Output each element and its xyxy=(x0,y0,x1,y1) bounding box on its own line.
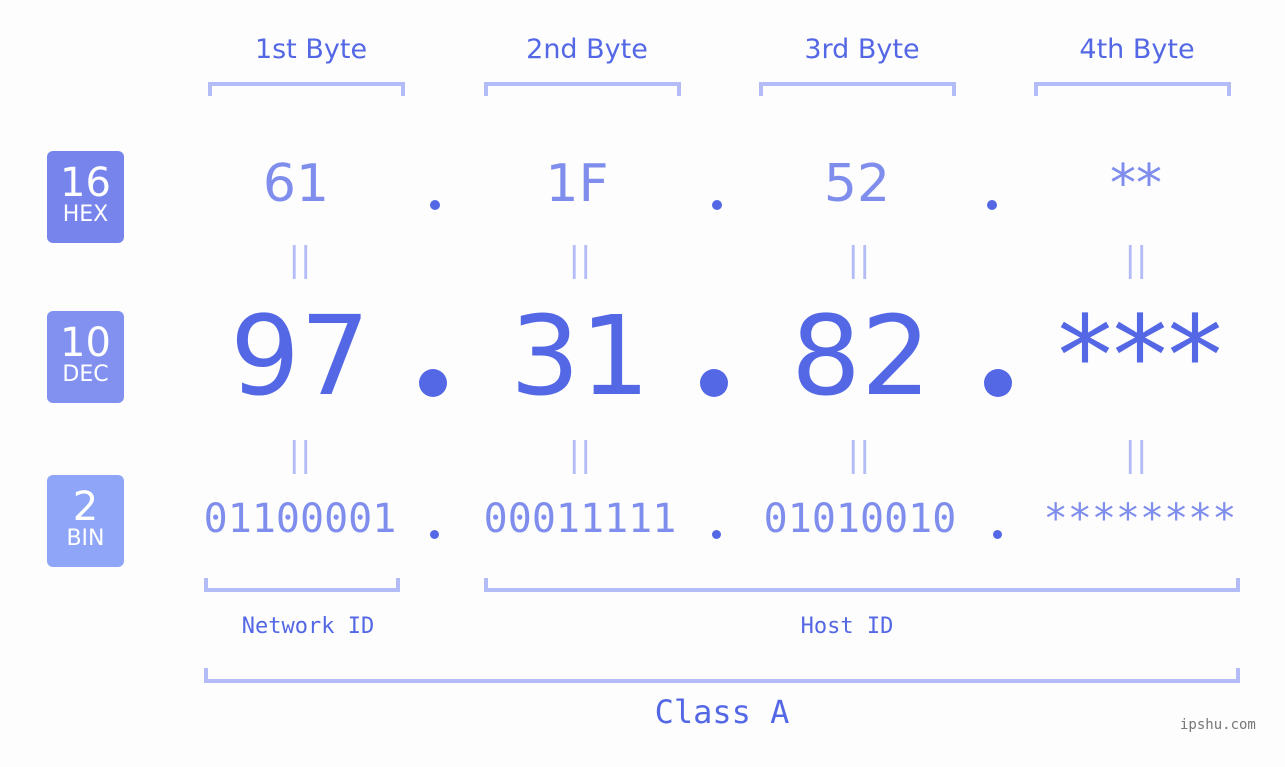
equals-icon: || xyxy=(847,240,871,280)
hex-dot-3 xyxy=(987,200,997,210)
network-id-label: Network ID xyxy=(241,614,375,639)
dec-octet-1: 97 xyxy=(230,292,370,420)
dec-octet-4: *** xyxy=(1057,292,1223,420)
hex-octet-3: 52 xyxy=(823,154,891,214)
dec-label: DEC xyxy=(62,362,109,387)
hex-badge: 16 HEX xyxy=(47,151,124,243)
equals-icon: || xyxy=(847,435,871,475)
bin-dot-3 xyxy=(993,530,1002,539)
ip-class-label: Class A xyxy=(654,693,790,731)
bin-octet-1: 01100001 xyxy=(203,496,397,542)
byte-bracket-2 xyxy=(484,82,681,96)
dec-octet-3: 82 xyxy=(791,292,931,420)
host-id-bracket xyxy=(484,578,1240,592)
equals-icon: || xyxy=(568,435,592,475)
equals-icon: || xyxy=(1124,240,1148,280)
byte-bracket-3 xyxy=(759,82,956,96)
dec-dot-3 xyxy=(984,369,1012,397)
dec-octet-2: 31 xyxy=(510,292,650,420)
hex-dot-1 xyxy=(430,200,440,210)
hex-octet-2: 1F xyxy=(545,154,609,214)
hex-base: 16 xyxy=(60,160,111,206)
host-id-label: Host ID xyxy=(800,614,894,639)
byte-header-2: 2nd Byte xyxy=(526,34,648,65)
network-id-bracket xyxy=(204,578,400,592)
hex-label: HEX xyxy=(62,202,109,227)
equals-icon: || xyxy=(1124,435,1148,475)
bin-base: 2 xyxy=(72,484,99,530)
dec-dot-2 xyxy=(700,369,728,397)
bin-badge: 2 BIN xyxy=(47,475,124,567)
dec-badge: 10 DEC xyxy=(47,311,124,403)
byte-header-1: 1st Byte xyxy=(254,34,368,65)
bin-octet-4: ******** xyxy=(1043,496,1237,542)
byte-header-4: 4th Byte xyxy=(1079,34,1195,65)
bin-octet-2: 00011111 xyxy=(483,496,677,542)
hex-octet-1: 61 xyxy=(262,154,330,214)
byte-bracket-4 xyxy=(1034,82,1231,96)
dec-dot-1 xyxy=(419,369,447,397)
class-bracket xyxy=(204,668,1240,683)
hex-octet-4: ** xyxy=(1110,154,1162,214)
byte-header-3: 3rd Byte xyxy=(804,34,920,65)
watermark: ipshu.com xyxy=(1180,717,1256,733)
hex-dot-2 xyxy=(712,200,722,210)
bin-label: BIN xyxy=(66,526,105,551)
equals-icon: || xyxy=(288,435,312,475)
bin-octet-3: 01010010 xyxy=(763,496,957,542)
byte-bracket-1 xyxy=(208,82,405,96)
bin-dot-1 xyxy=(430,530,439,539)
dec-base: 10 xyxy=(60,320,111,366)
equals-icon: || xyxy=(568,240,592,280)
bin-dot-2 xyxy=(712,530,721,539)
equals-icon: || xyxy=(288,240,312,280)
